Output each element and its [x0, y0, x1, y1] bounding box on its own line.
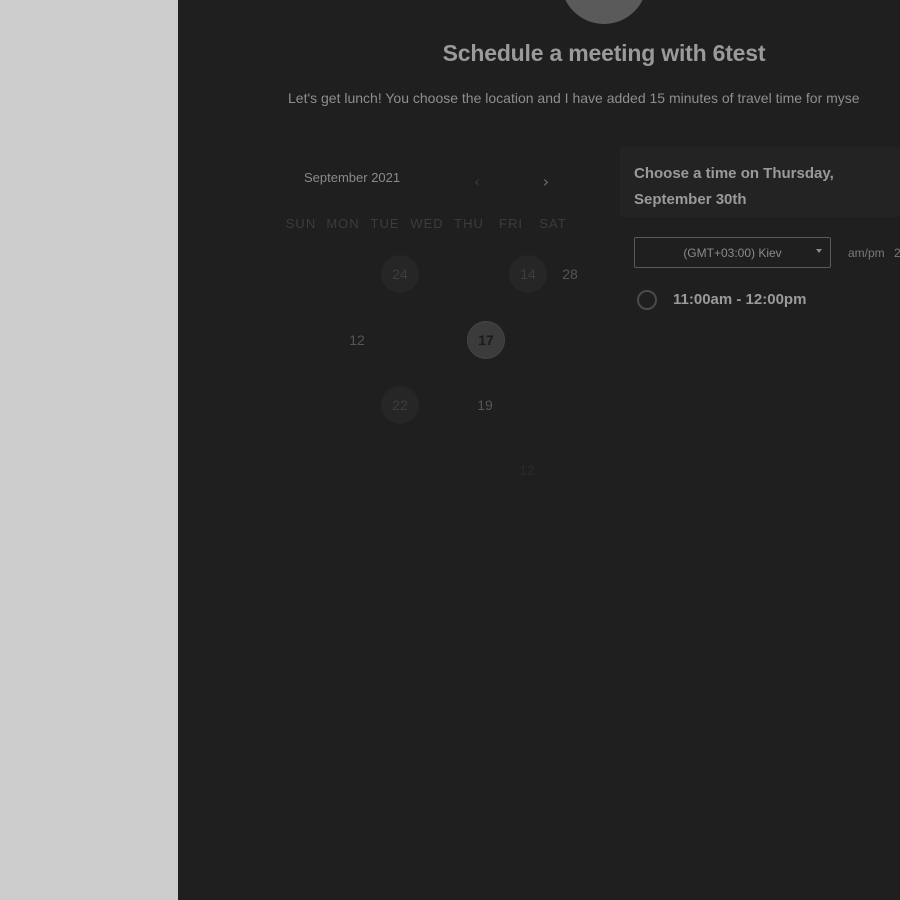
- calendar-day-grid: 24 14 28 12 17 22 19 12: [286, 246, 586, 576]
- calendar-day[interactable]: 24: [381, 255, 419, 293]
- avatar: [561, 0, 647, 24]
- page-title: Schedule a meeting with 6test: [442, 40, 766, 66]
- date-picker-calendar: September 2021 ‹ › SUN MON TUE WED THU F…: [286, 150, 586, 570]
- calendar-day-selected[interactable]: 17: [467, 321, 505, 359]
- weekday-label: MON: [326, 216, 360, 231]
- dropdown-arrow-icon: [816, 249, 822, 253]
- weekday-label: SUN: [285, 216, 317, 231]
- calendar-day[interactable]: 22: [381, 386, 419, 424]
- weekday-label: THU: [454, 216, 484, 231]
- timezone-value: (GMT+03:00) Kiev: [683, 245, 782, 260]
- radio-button[interactable]: [637, 290, 657, 310]
- weekday-header-row: SUN MON TUE WED THU FRI SAT: [286, 216, 586, 236]
- weekday-label: SAT: [539, 216, 567, 231]
- time-format-suffix: 2: [894, 246, 900, 260]
- chevron-right-icon[interactable]: ›: [535, 170, 557, 192]
- calendar-day[interactable]: 19: [466, 386, 504, 424]
- weekday-label: FRI: [499, 216, 523, 231]
- meeting-description: Let's get lunch! You choose the location…: [288, 90, 860, 106]
- weekday-label: WED: [410, 216, 444, 231]
- calendar-day[interactable]: 12: [508, 451, 546, 489]
- calendar-month-label: September 2021: [304, 170, 401, 185]
- time-selection-header: Choose a time on Thursday, September 30t…: [620, 147, 900, 217]
- calendar-day[interactable]: 28: [551, 255, 589, 293]
- time-panel-heading: Choose a time on Thursday, September 30t…: [634, 165, 834, 208]
- time-slot-label: 11:00am - 12:00pm: [673, 291, 807, 308]
- time-slot-option[interactable]: 11:00am - 12:00pm: [637, 289, 897, 315]
- time-format-label: am/pm: [848, 246, 885, 260]
- time-format-toggle[interactable]: am/pm 2: [848, 246, 900, 260]
- scheduling-dialog: Schedule a meeting with 6test Let's get …: [178, 0, 900, 900]
- chevron-left-icon[interactable]: ‹: [466, 170, 488, 192]
- timezone-select[interactable]: (GMT+03:00) Kiev: [634, 237, 831, 268]
- calendar-day[interactable]: 12: [338, 321, 376, 359]
- calendar-day[interactable]: 14: [509, 255, 547, 293]
- weekday-label: TUE: [370, 216, 400, 231]
- page-background: [0, 0, 178, 900]
